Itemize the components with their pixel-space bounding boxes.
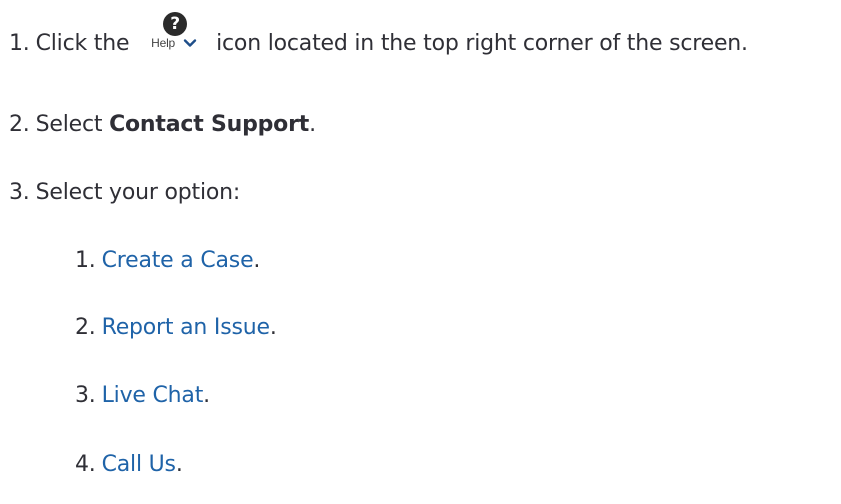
call-us-link[interactable]: Call Us xyxy=(102,452,176,477)
report-issue-link[interactable]: Report an Issue xyxy=(102,315,270,340)
option-punctuation: . xyxy=(269,315,277,340)
live-chat-link[interactable]: Live Chat xyxy=(102,383,204,408)
step-2: 2. Select Contact Support. xyxy=(9,110,316,140)
step-3: 3. Select your option: xyxy=(9,178,240,208)
question-circle-icon: ? xyxy=(163,12,188,36)
option-number: 3. xyxy=(75,383,96,408)
contact-support-label: Contact Support xyxy=(109,112,310,137)
step-1: 1. Click the ? Help icon located in the t… xyxy=(9,12,748,59)
help-label: Help xyxy=(151,36,176,50)
option-punctuation: . xyxy=(175,452,183,477)
step-text-after: icon located in the top right corner of … xyxy=(216,31,748,56)
option-create-case: 1. Create a Case. xyxy=(75,246,260,276)
chevron-down-icon xyxy=(183,39,197,47)
step-punctuation: . xyxy=(309,112,316,137)
option-live-chat: 3. Live Chat. xyxy=(75,381,210,411)
step-number: 2. xyxy=(9,112,30,137)
option-punctuation: . xyxy=(203,383,210,408)
step-text: Select your option: xyxy=(35,180,241,205)
option-number: 2. xyxy=(75,315,96,340)
help-menu-button: ? Help xyxy=(142,12,206,58)
option-number: 1. xyxy=(75,248,96,273)
step-text: Click the xyxy=(35,31,130,56)
option-call-us: 4. Call Us. xyxy=(75,450,183,480)
step-text: Select xyxy=(35,112,103,137)
option-number: 4. xyxy=(75,452,96,477)
step-number: 1. xyxy=(9,31,30,56)
create-case-link[interactable]: Create a Case xyxy=(102,248,254,273)
step-number: 3. xyxy=(9,180,30,205)
option-report-issue: 2. Report an Issue. xyxy=(75,313,277,343)
option-punctuation: . xyxy=(253,248,261,273)
